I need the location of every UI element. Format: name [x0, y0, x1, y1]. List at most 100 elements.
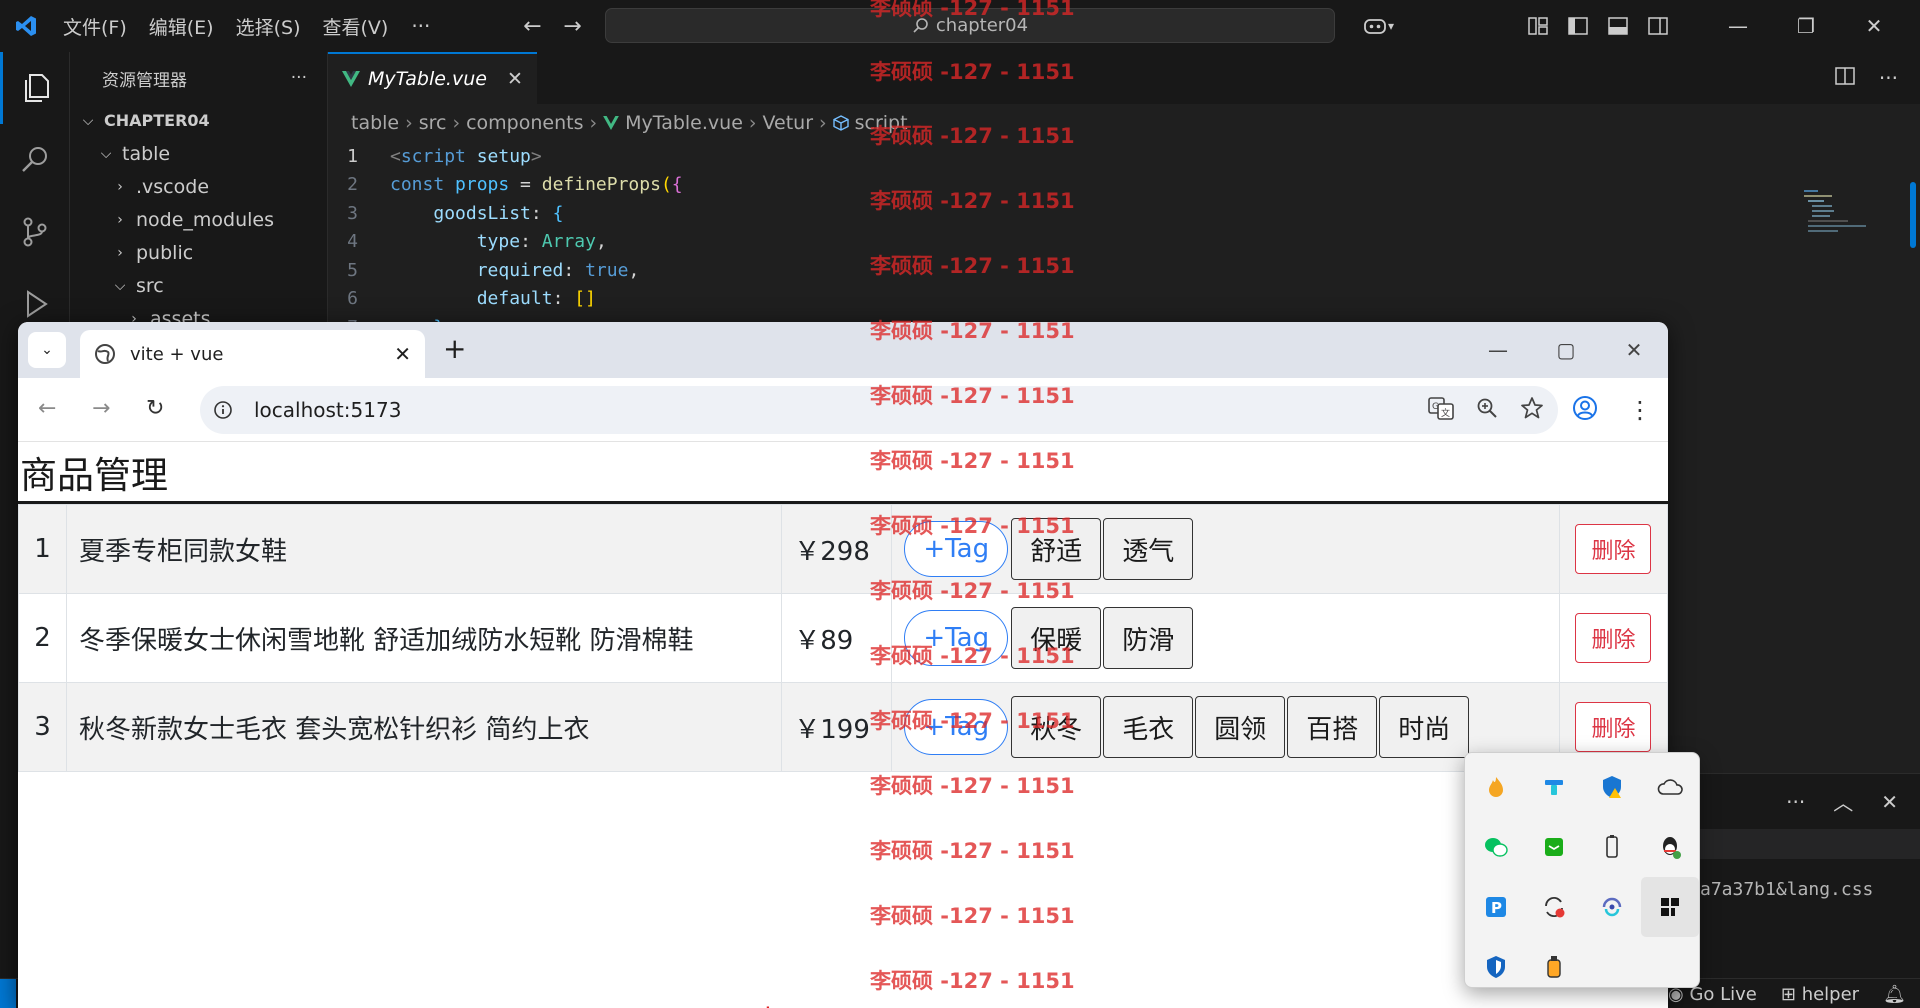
- tree-item-src[interactable]: ⌵ src: [70, 269, 327, 302]
- app-grid-icon[interactable]: [1641, 877, 1699, 937]
- new-tab-button[interactable]: +: [443, 332, 466, 365]
- tree-item-table[interactable]: ⌵ table: [70, 137, 327, 170]
- line-number: 2: [347, 174, 358, 196]
- zoom-icon[interactable]: [1476, 397, 1498, 423]
- goods-price: ￥89: [781, 593, 893, 683]
- remote-indicator[interactable]: [0, 979, 16, 1008]
- tree-item-vscode[interactable]: › .vscode: [70, 170, 327, 203]
- code-token: Array: [541, 231, 596, 253]
- delete-button[interactable]: 删除: [1575, 524, 1652, 574]
- menu-view[interactable]: 查看(V): [312, 13, 400, 40]
- translate-icon[interactable]: G文: [1428, 396, 1454, 424]
- menu-more-icon[interactable]: ···: [399, 14, 442, 38]
- delete-button[interactable]: 删除: [1575, 613, 1652, 663]
- browser-maximize-icon[interactable]: ▢: [1532, 322, 1600, 378]
- breadcrumb-item[interactable]: Vetur: [763, 112, 814, 134]
- panel-more-icon[interactable]: ···: [1786, 790, 1805, 814]
- wechat-icon[interactable]: [1467, 817, 1525, 877]
- browser-back-icon[interactable]: ←: [38, 396, 56, 421]
- tab-label: MyTable.vue: [368, 68, 487, 90]
- panel-close-icon[interactable]: ✕: [1881, 790, 1898, 814]
- tray-icon-grid: P: [1465, 753, 1699, 1001]
- onedrive-icon[interactable]: [1641, 757, 1699, 817]
- search-icon[interactable]: [0, 124, 70, 196]
- goods-tags-cell: +Tag 舒适 透气: [891, 504, 1560, 594]
- explorer-more-icon[interactable]: ···: [291, 68, 307, 88]
- row-index: 2: [18, 593, 67, 683]
- wechat-work-icon[interactable]: [1525, 817, 1583, 877]
- browser-tab-close-icon[interactable]: ✕: [394, 342, 411, 366]
- feishu-icon[interactable]: [1525, 757, 1583, 817]
- browser-close-icon[interactable]: ✕: [1600, 322, 1668, 378]
- search-icon: [913, 17, 928, 33]
- menu-edit[interactable]: 编辑(E): [138, 13, 225, 40]
- menu-file[interactable]: 文件(F): [52, 13, 138, 40]
- source-control-icon[interactable]: [0, 196, 70, 268]
- vue-icon: [603, 116, 619, 130]
- qq-icon[interactable]: [1641, 817, 1699, 877]
- command-center-search[interactable]: chapter04: [605, 8, 1335, 43]
- close-icon[interactable]: ✕: [1840, 0, 1908, 52]
- table-row: 3 秋冬新款女士毛衣 套头宽松针织衫 简约上衣 ￥199 +Tag 秋冬 毛衣 …: [18, 682, 1668, 772]
- panel-actions: ··· ︿ ✕: [1700, 774, 1920, 829]
- breadcrumb-item[interactable]: components: [466, 112, 583, 134]
- delete-button[interactable]: 删除: [1575, 702, 1652, 752]
- browser-forward-icon[interactable]: →: [92, 396, 110, 421]
- breadcrumb-item[interactable]: table: [351, 112, 399, 134]
- minimize-icon[interactable]: —: [1704, 0, 1772, 52]
- split-editor-icon[interactable]: [1835, 66, 1855, 90]
- address-bar[interactable]: localhost:5173 G文: [200, 386, 1558, 434]
- breadcrumb-item[interactable]: script: [855, 112, 908, 134]
- status-right-items: ◉ Go Live ⊞ helper 🔔︎: [1668, 979, 1906, 1008]
- tab-close-icon[interactable]: ✕: [507, 68, 523, 90]
- breadcrumb-item[interactable]: src: [419, 112, 447, 134]
- usb-drive-icon[interactable]: [1583, 817, 1641, 877]
- code-view[interactable]: 1 < script setup > 2 const props = defineP…: [328, 142, 1920, 342]
- defender-icon[interactable]: [1467, 937, 1525, 997]
- tree-root-chapter04[interactable]: ⌵ CHAPTER04: [70, 104, 327, 137]
- fire-app-icon[interactable]: [1467, 757, 1525, 817]
- minimap[interactable]: [1800, 188, 1880, 248]
- tab-search-icon[interactable]: ⌄: [28, 332, 66, 368]
- toggle-secondary-sidebar-icon[interactable]: [1638, 0, 1678, 52]
- goods-name: 夏季专柜同款女鞋: [65, 504, 783, 594]
- menu-selection[interactable]: 选择(S): [225, 13, 312, 40]
- parking-app-icon[interactable]: P: [1467, 877, 1525, 937]
- tree-item-label: public: [136, 241, 194, 264]
- add-tag-button[interactable]: +Tag: [904, 610, 1009, 666]
- editor-scrollbar[interactable]: [1910, 182, 1916, 248]
- editor-more-icon[interactable]: ···: [1879, 66, 1898, 90]
- tree-item-public[interactable]: › public: [70, 236, 327, 269]
- tag-badge: 透气: [1103, 518, 1194, 580]
- toggle-sidebar-icon[interactable]: [1558, 0, 1598, 52]
- restore-icon[interactable]: ❐: [1772, 0, 1840, 52]
- breadcrumb: table › src › components › MyTable.vue › Vet…: [328, 104, 1920, 142]
- forward-arrow-icon[interactable]: →: [552, 14, 592, 39]
- tab-mytable-vue[interactable]: MyTable.vue ✕: [328, 52, 537, 104]
- explorer-icon[interactable]: [0, 52, 70, 124]
- chevron-up-icon[interactable]: ︿: [1833, 787, 1853, 816]
- notification-bell-icon[interactable]: 🔔︎: [1883, 984, 1906, 1005]
- add-tag-button[interactable]: +Tag: [904, 521, 1009, 577]
- add-tag-button[interactable]: +Tag: [904, 699, 1009, 755]
- bookmark-star-icon[interactable]: [1520, 396, 1544, 424]
- toggle-panel-icon[interactable]: [1598, 0, 1638, 52]
- site-info-icon[interactable]: [200, 400, 246, 420]
- back-arrow-icon[interactable]: ←: [512, 14, 552, 39]
- profile-avatar-icon[interactable]: [1572, 395, 1598, 425]
- browser-tab-vite-vue[interactable]: vite + vue ✕: [80, 330, 425, 378]
- browser-minimize-icon[interactable]: —: [1464, 322, 1532, 378]
- reload-icon[interactable]: ↻: [146, 396, 164, 421]
- security-shield-icon[interactable]: [1583, 757, 1641, 817]
- tree-item-node-modules[interactable]: › node_modules: [70, 203, 327, 236]
- copilot-icon[interactable]: ▾: [1350, 0, 1406, 52]
- browser-menu-icon[interactable]: ⋮: [1628, 396, 1652, 424]
- breadcrumb-item[interactable]: MyTable.vue: [625, 112, 743, 134]
- helper-button[interactable]: ⊞ helper: [1781, 984, 1859, 1005]
- browser-sync-icon[interactable]: [1583, 877, 1641, 937]
- chevron-down-icon: ⌵: [100, 145, 112, 162]
- usb-device-icon[interactable]: [1525, 937, 1583, 997]
- sync-icon[interactable]: [1525, 877, 1583, 937]
- chevron-right-icon: ›: [117, 178, 123, 195]
- customize-layout-icon[interactable]: [1518, 0, 1558, 52]
